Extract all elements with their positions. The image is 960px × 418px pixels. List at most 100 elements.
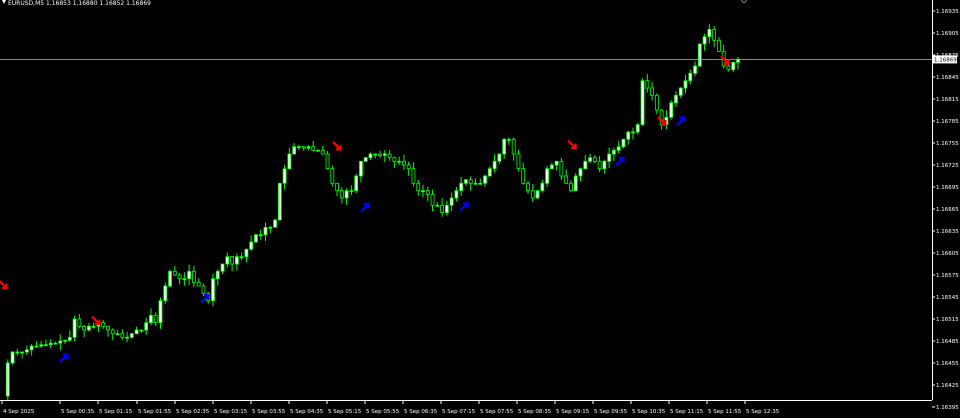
price-chart-window[interactable]: EURUSD,M5 1.16853 1.16880 1.16852 1.1686… [0, 0, 960, 418]
candle [549, 162, 554, 170]
candle [569, 180, 573, 193]
time-tick-label: 5 Sep 07:55 [480, 409, 514, 415]
candle-body [526, 182, 530, 192]
candle [168, 269, 172, 288]
candle-body [354, 175, 359, 192]
price-tick-label: 1.16935 [936, 9, 959, 15]
candle-body [192, 270, 196, 283]
candle-body [564, 175, 569, 184]
candle-body [144, 322, 149, 331]
candle-body [478, 182, 483, 185]
time-tick-label: 5 Sep 11:55 [708, 409, 742, 415]
candle-body [244, 248, 249, 258]
candle-body [483, 175, 487, 184]
sell-arrow-shape [567, 139, 577, 150]
candle-body [39, 344, 44, 347]
price-tick-label: 1.16635 [936, 229, 959, 235]
candle [674, 91, 678, 107]
candle-body [268, 226, 273, 229]
candle [545, 165, 549, 188]
candle [650, 82, 654, 101]
candle [106, 325, 110, 337]
time-tick-label: 5 Sep 08:35 [518, 409, 552, 415]
candle [464, 179, 468, 187]
candle-body [402, 160, 406, 166]
price-tick-label: 1.16755 [936, 141, 959, 147]
candle [301, 146, 306, 151]
candle [316, 149, 320, 152]
candle [535, 190, 540, 200]
candle [115, 330, 120, 336]
candle-body [306, 146, 311, 149]
candle [526, 180, 530, 194]
candle [492, 154, 497, 173]
candle-body [177, 274, 182, 280]
candle-body [387, 153, 392, 159]
candle [702, 33, 707, 51]
candle-body [454, 190, 459, 199]
candle-body [87, 325, 91, 331]
candle-body [101, 322, 106, 327]
candle-body [678, 87, 683, 96]
candle [91, 322, 96, 329]
candle [521, 162, 526, 185]
candle-body [669, 102, 674, 118]
time-tick-label: 5 Sep 04:35 [290, 409, 324, 415]
candle-body [392, 157, 397, 162]
candle [139, 329, 144, 334]
buy-arrow-shape [676, 116, 686, 126]
candle [192, 265, 196, 288]
candle [454, 186, 459, 202]
candle [239, 252, 244, 261]
candle-body [654, 94, 659, 111]
candle-body [63, 339, 67, 342]
candle-body [325, 153, 330, 170]
candle [39, 341, 44, 348]
candle [53, 341, 58, 345]
candle [234, 253, 239, 271]
candle [397, 156, 402, 165]
candle [215, 269, 220, 286]
candle-body [726, 65, 731, 71]
candle-body [530, 190, 535, 199]
candle-body [249, 241, 254, 250]
candle [144, 317, 149, 335]
candle-body [650, 87, 654, 96]
candle [77, 314, 82, 329]
candle-body [330, 168, 335, 184]
candle [392, 156, 397, 168]
candle [473, 178, 478, 185]
candle-body [182, 278, 187, 281]
sell-signal-arrow-icon [91, 315, 101, 326]
candle [110, 328, 115, 341]
candle-body [196, 281, 201, 287]
candle [297, 144, 301, 151]
candle-body [459, 182, 464, 192]
candle-body [449, 197, 454, 206]
candle-body [239, 256, 244, 259]
candle-body [602, 160, 607, 170]
candle [258, 229, 263, 240]
candle-body [545, 168, 549, 184]
candle [688, 69, 693, 85]
candle-body [297, 146, 301, 149]
candlestick-chart[interactable]: 1.169351.169051.168751.168451.168151.167… [0, 0, 960, 418]
candle [354, 174, 359, 194]
candle [731, 61, 736, 73]
candle [736, 56, 740, 70]
candle [564, 169, 569, 185]
candle-body [425, 190, 430, 195]
candle [268, 225, 273, 234]
candle-body [468, 179, 473, 184]
candle [444, 200, 449, 216]
candle [511, 137, 516, 161]
candle [507, 137, 511, 145]
candle [24, 345, 29, 356]
candle [612, 147, 616, 161]
bid-price-label: 1.16869 [934, 57, 957, 63]
time-tick-label: 5 Sep 11:15 [670, 409, 704, 415]
sell-arrow-shape [91, 315, 101, 326]
price-tick-label: 1.16395 [936, 405, 959, 411]
candle-body [258, 234, 263, 237]
candle-body [707, 28, 712, 38]
